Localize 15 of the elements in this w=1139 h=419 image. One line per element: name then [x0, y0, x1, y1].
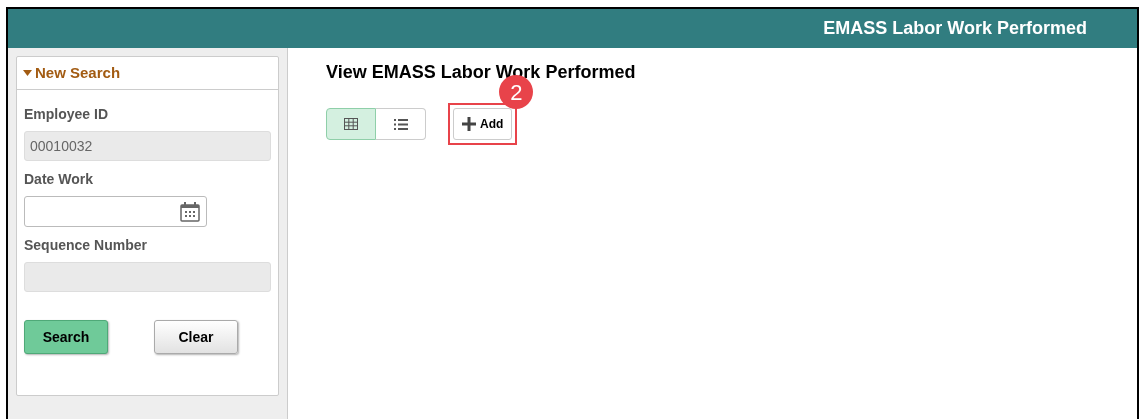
page-title: EMASS Labor Work Performed [823, 17, 1087, 40]
list-icon [393, 118, 408, 130]
field-label: Date Work [24, 170, 94, 189]
clear-button[interactable]: Clear [154, 320, 238, 354]
grid-icon [344, 118, 358, 130]
field-label: Sequence Number [24, 236, 148, 255]
field-label: Employee ID [24, 105, 110, 124]
add-button[interactable]: Add [453, 108, 513, 140]
grid-view-toggle[interactable] [326, 108, 376, 140]
date-field[interactable] [24, 196, 207, 227]
list-view-toggle[interactable] [376, 108, 426, 140]
calendar-icon[interactable] [180, 201, 200, 222]
search-button[interactable]: Search [24, 320, 108, 354]
plus-icon [462, 117, 476, 131]
section-toggle[interactable]: New Search [23, 61, 121, 85]
